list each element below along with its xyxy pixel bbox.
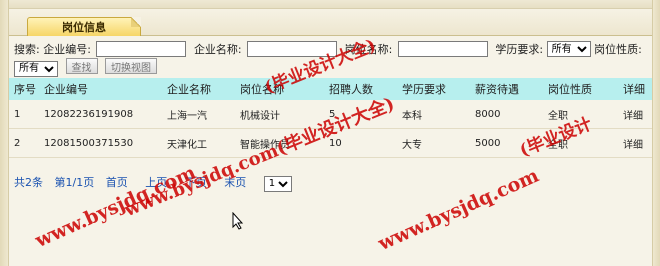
pagination: 共2条 第1/1页 首页 上页 下页 末页 1 — [14, 174, 292, 192]
cell-company-no: 12082236191908 — [39, 100, 162, 129]
cell-index: 2 — [9, 128, 39, 158]
window-left-border — [0, 0, 9, 266]
window-top-border — [0, 0, 660, 9]
next-page-link[interactable]: 下页 — [185, 176, 207, 189]
detail-link[interactable]: 详细 — [618, 100, 652, 129]
col-header-headcount: 招聘人数 — [324, 78, 397, 100]
col-header-company-name: 企业名称 — [162, 78, 235, 100]
cell-company-name: 天津化工 — [162, 128, 235, 158]
first-page-link[interactable]: 首页 — [106, 176, 128, 189]
company-name-label: 企业名称: — [193, 43, 242, 56]
page-info: 第1/1页 — [54, 176, 95, 189]
cell-salary: 5000 — [470, 128, 543, 158]
col-header-index: 序号 — [9, 78, 39, 100]
job-name-input[interactable] — [397, 41, 488, 57]
cell-headcount: 5 — [324, 100, 397, 129]
cell-education: 大专 — [397, 128, 470, 158]
cell-job-nature: 全职 — [543, 128, 618, 158]
search-bar: 搜索: 企业编号: 企业名称: 岗位名称: 学历要求: 所有 岗位性质: — [14, 41, 642, 57]
table-row: 1 12082236191908 上海一汽 机械设计 5 本科 8000 全职 … — [9, 100, 652, 129]
main-content: 搜索: 企业编号: 企业名称: 岗位名称: 学历要求: 所有 岗位性质: 所有 … — [9, 36, 652, 266]
col-header-education: 学历要求 — [397, 78, 470, 100]
total-count: 共2条 — [14, 176, 43, 189]
search-button[interactable]: 查找 — [65, 58, 98, 74]
cell-job-nature: 全职 — [543, 100, 618, 129]
col-header-detail: 详细 — [618, 78, 652, 100]
cell-index: 1 — [9, 100, 39, 129]
cell-job-name: 机械设计 — [235, 100, 324, 129]
table-header-row: 序号 企业编号 企业名称 岗位名称 招聘人数 学历要求 薪资待遇 岗位性质 详细 — [9, 78, 652, 100]
job-nature-label: 岗位性质: — [594, 43, 642, 56]
cell-job-name: 智能操作员 — [235, 128, 324, 158]
tab-job-info[interactable]: 岗位信息 — [27, 17, 141, 38]
col-header-company-no: 企业编号 — [39, 78, 162, 100]
last-page-link[interactable]: 末页 — [224, 176, 246, 189]
cell-company-no: 12081500371530 — [39, 128, 162, 158]
mouse-cursor-icon — [232, 212, 244, 230]
company-name-input[interactable] — [247, 41, 338, 57]
job-table: 序号 企业编号 企业名称 岗位名称 招聘人数 学历要求 薪资待遇 岗位性质 详细… — [9, 78, 652, 158]
tab-strip: 岗位信息 — [9, 9, 652, 38]
education-label: 学历要求: — [495, 43, 544, 56]
switch-view-button[interactable]: 切换视图 — [105, 58, 157, 74]
company-no-label: 企业编号: — [43, 43, 91, 56]
company-no-input[interactable] — [96, 41, 187, 57]
page-select[interactable]: 1 — [263, 175, 292, 192]
col-header-job-nature: 岗位性质 — [543, 78, 618, 100]
job-name-label: 岗位名称: — [344, 43, 393, 56]
col-header-job-name: 岗位名称 — [235, 78, 324, 100]
cell-headcount: 10 — [324, 128, 397, 158]
prev-page-link[interactable]: 上页 — [145, 176, 167, 189]
cell-education: 本科 — [397, 100, 470, 129]
table-row: 2 12081500371530 天津化工 智能操作员 10 大专 5000 全… — [9, 128, 652, 158]
search-bar-row2: 所有 查找 切换视图 — [14, 58, 157, 77]
cell-company-name: 上海一汽 — [162, 100, 235, 129]
window-right-border — [652, 0, 660, 266]
detail-link[interactable]: 详细 — [618, 128, 652, 158]
education-select[interactable]: 所有 — [546, 41, 591, 57]
job-nature-select[interactable]: 所有 — [14, 60, 58, 77]
search-label: 搜索: — [14, 43, 40, 56]
cell-salary: 8000 — [470, 100, 543, 129]
col-header-salary: 薪资待遇 — [470, 78, 543, 100]
